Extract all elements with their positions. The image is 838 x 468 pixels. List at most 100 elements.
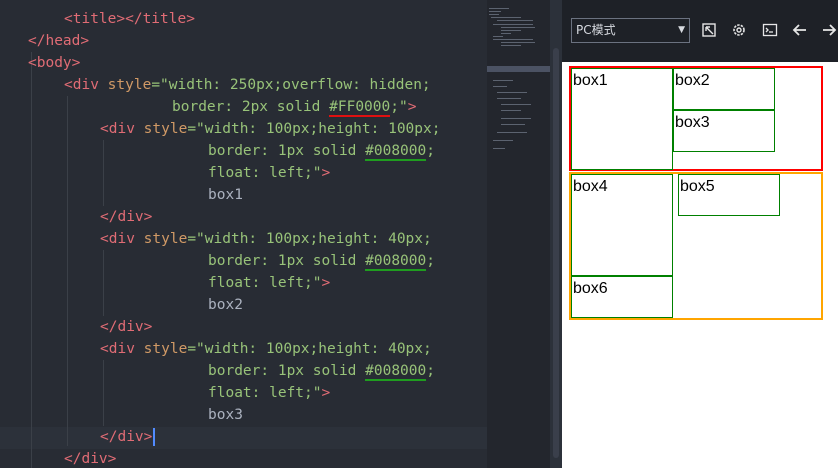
code-token: <body> xyxy=(28,55,81,71)
minimap-line xyxy=(493,140,513,141)
minimap-line xyxy=(493,39,533,40)
code-token: <div xyxy=(100,341,144,357)
code-line: float: left;"> xyxy=(208,162,330,184)
editor-scrollbar[interactable] xyxy=(550,0,562,468)
code-line: border: 1px solid #008000; xyxy=(208,360,435,382)
mode-select[interactable]: PC模式 ▼ xyxy=(571,18,690,43)
preview-toolbar: PC模式 ▼ xyxy=(562,0,838,62)
code-token: </head> xyxy=(28,33,90,49)
current-line-highlight xyxy=(0,427,487,449)
code-line: </div> xyxy=(64,448,116,468)
mode-select-value: PC模式 xyxy=(576,23,616,37)
box2: box2 xyxy=(673,68,775,110)
code-line: <div style="width: 100px;height: 40px; xyxy=(100,228,432,250)
box5: box5 xyxy=(678,174,780,216)
minimap[interactable] xyxy=(487,0,550,468)
code-line: <div style="width: 250px;overflow: hidde… xyxy=(64,74,431,96)
minimap-line xyxy=(493,24,533,25)
code-token: float: left;" xyxy=(208,275,322,291)
code-token: box3 xyxy=(208,407,243,423)
code-token: > xyxy=(321,385,331,401)
minimap-line xyxy=(489,8,509,9)
code-token: float: left;" xyxy=(208,165,322,181)
code-token: </div> xyxy=(100,429,153,445)
minimap-line xyxy=(497,98,521,99)
code-editor[interactable]: <title></title> </head> <body> <div style="… xyxy=(0,0,487,468)
code-line: float: left;"> xyxy=(208,382,330,404)
box3-label: box3 xyxy=(675,114,710,131)
code-token: box1 xyxy=(208,187,243,203)
minimap-line xyxy=(501,124,525,125)
minimap-line xyxy=(501,110,521,111)
code-token: float: left;" xyxy=(208,385,322,401)
code-line: box1 xyxy=(208,184,243,206)
code-line: border: 2px solid #FF0000;"> xyxy=(172,96,416,118)
code-token: style xyxy=(143,341,188,357)
box5-label: box5 xyxy=(680,178,715,195)
code-token: box2 xyxy=(208,297,243,313)
code-token: ; xyxy=(426,143,435,159)
minimap-line xyxy=(497,132,527,133)
code-token: </div> xyxy=(100,209,153,225)
code-token: style xyxy=(143,231,188,247)
minimap-line xyxy=(501,30,521,31)
external-open-icon[interactable] xyxy=(698,19,720,41)
code-token: #008000 xyxy=(365,253,427,271)
code-line: border: 1px solid #008000; xyxy=(208,140,435,162)
code-line: </div> xyxy=(100,426,156,448)
indent-guide xyxy=(103,140,104,206)
code-token: border: 1px solid xyxy=(208,143,366,159)
box1-label: box1 xyxy=(573,72,608,89)
indent-guide xyxy=(67,96,68,446)
box4: box4 xyxy=(571,174,673,276)
scrollbar-thumb[interactable] xyxy=(553,48,559,458)
indent-guide xyxy=(31,52,32,468)
minimap-line xyxy=(491,17,521,18)
minimap-line xyxy=(497,92,527,93)
code-token: > xyxy=(321,275,331,291)
code-line: </div> xyxy=(100,206,152,228)
minimap-line xyxy=(497,20,533,21)
box3: box3 xyxy=(673,110,775,152)
box1: box1 xyxy=(571,68,673,170)
code-line: <body> xyxy=(28,52,80,74)
code-token: #008000 xyxy=(365,363,427,381)
code-line: border: 1px solid #008000; xyxy=(208,250,435,272)
code-line: </div> xyxy=(100,316,152,338)
code-line: <div style="width: 100px;height: 100px; xyxy=(100,118,440,140)
code-token: border: 2px solid xyxy=(172,99,330,115)
minimap-line xyxy=(493,86,507,87)
terminal-icon[interactable] xyxy=(759,19,781,41)
code-token: border: 1px solid xyxy=(208,253,366,269)
indent-guide xyxy=(103,360,104,426)
code-token: ;" xyxy=(390,99,408,115)
code-token: <div xyxy=(64,77,108,93)
code-line: </head> xyxy=(28,30,89,52)
minimap-line xyxy=(501,33,511,34)
minimap-line xyxy=(501,27,535,28)
code-token: style xyxy=(107,77,152,93)
code-token: > xyxy=(407,99,417,115)
minimap-line xyxy=(501,45,521,46)
minimap-line xyxy=(493,148,505,149)
code-token: ="width: 100px;height: 100px; xyxy=(187,121,441,137)
box6: box6 xyxy=(571,276,673,318)
code-token: #FF0000 xyxy=(329,99,391,117)
minimap-viewport[interactable] xyxy=(487,66,550,72)
code-token: border: 1px solid xyxy=(208,363,366,379)
arrow-right-icon[interactable] xyxy=(818,19,838,41)
code-line: box2 xyxy=(208,294,243,316)
minimap-line xyxy=(493,80,513,81)
indent-guide xyxy=(103,250,104,316)
code-token: <title></title> xyxy=(64,11,195,27)
arrow-left-icon[interactable] xyxy=(789,19,811,41)
code-token: ; xyxy=(426,253,435,269)
gear-icon[interactable] xyxy=(728,19,750,41)
code-token: </div> xyxy=(100,319,153,335)
code-line: box3 xyxy=(208,404,243,426)
code-line: float: left;"> xyxy=(208,272,330,294)
chevron-down-icon: ▼ xyxy=(678,25,685,35)
box4-label: box4 xyxy=(573,178,608,195)
code-token: ="width: 250px;overflow: hidden; xyxy=(151,77,431,93)
code-token: <div xyxy=(100,121,144,137)
